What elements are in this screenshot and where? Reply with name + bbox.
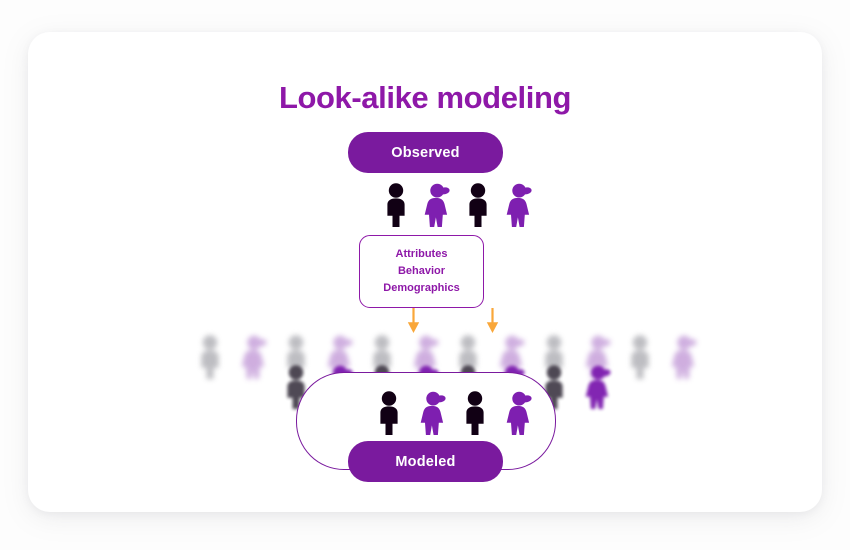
crowd-front-female-figure-icon (580, 364, 614, 410)
attributes-box: Attributes Behavior Demographics (359, 235, 484, 308)
modeled-male-figure-icon (458, 390, 492, 436)
modeled-female-figure-icon (501, 390, 535, 436)
attributes-line-0: Attributes (395, 248, 448, 260)
modeled-female-figure-icon (415, 390, 449, 436)
crowd-back-female-figure-icon (236, 334, 270, 380)
observed-female-figure-icon (419, 182, 453, 228)
observed-female-figure-icon (501, 182, 535, 228)
down-arrow-icon-right (486, 308, 499, 334)
diagram-canvas: Look-alike modeling Observed Attributes … (0, 0, 850, 550)
observed-label-text: Observed (391, 144, 460, 161)
page-title: Look-alike modeling (278, 80, 572, 115)
crowd-back-female-figure-icon (666, 334, 700, 380)
modeled-label-text: Modeled (395, 453, 456, 470)
crowd-back-male-figure-icon (193, 334, 227, 380)
crowd-back-male-figure-icon (623, 334, 657, 380)
attributes-line-2: Demographics (383, 282, 460, 294)
modeled-male-figure-icon (372, 390, 406, 436)
down-arrow-icon-left (407, 308, 420, 334)
diagram-card: Look-alike modeling Observed Attributes … (28, 32, 822, 512)
observed-male-figure-icon (379, 182, 413, 228)
observed-male-figure-icon (461, 182, 495, 228)
modeled-label-pill: Modeled (348, 441, 503, 482)
observed-label-pill: Observed (348, 132, 503, 173)
attributes-line-1: Behavior (397, 265, 446, 277)
